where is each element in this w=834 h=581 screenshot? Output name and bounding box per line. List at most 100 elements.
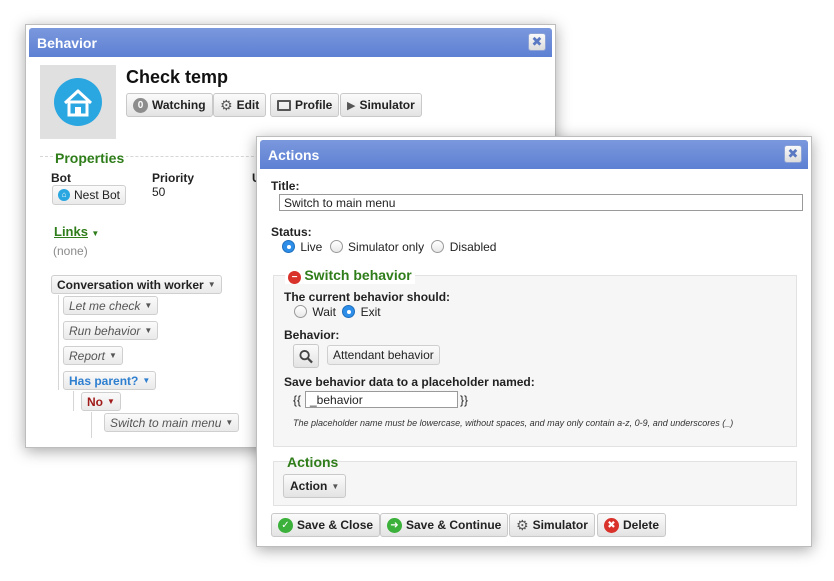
status-radio-disabled[interactable]: Disabled <box>431 240 496 254</box>
priority-label: Priority <box>152 171 195 185</box>
chevron-down-icon: ▼ <box>144 301 153 310</box>
save-close-label: Save & Close <box>297 518 374 532</box>
radio-icon <box>294 305 307 318</box>
behavior-value: Attendant behavior <box>333 348 434 362</box>
status-radio-live[interactable]: Live <box>282 240 326 254</box>
behavior-simulator-label: Simulator <box>359 98 415 112</box>
behavior-value-pill[interactable]: Attendant behavior <box>327 345 440 365</box>
profile-button[interactable]: Profile <box>270 93 340 117</box>
bot-name-heading: Check temp <box>126 67 229 87</box>
tree-root[interactable]: Conversation with worker ▼ <box>51 275 222 294</box>
switch-behavior-header: − Switch behavior <box>285 267 415 284</box>
links-toggle[interactable]: Links ▼ <box>54 224 99 239</box>
watching-label: Watching <box>152 98 206 112</box>
brace-open: {{ <box>293 393 302 407</box>
actions-heading: Actions <box>287 454 339 470</box>
tree-item-has-parent[interactable]: Has parent? ▼ <box>63 371 157 390</box>
search-icon <box>299 349 313 363</box>
brace-close: }} <box>460 393 469 407</box>
edit-label: Edit <box>236 98 260 112</box>
status-option-label: Disabled <box>449 240 497 254</box>
tree-branch-label: No <box>87 394 103 409</box>
links-value: (none) <box>53 244 88 258</box>
tree-item[interactable]: Run behavior ▼ <box>63 321 159 340</box>
status-radio-simulator[interactable]: Simulator only <box>329 240 428 254</box>
tree-item[interactable]: Report ▼ <box>63 346 123 365</box>
chevron-down-icon: ▼ <box>109 351 117 360</box>
should-option-label: Wait <box>312 305 336 319</box>
bot-value-pill[interactable]: ⌂ Nest Bot <box>52 185 127 205</box>
should-option-label: Exit <box>360 305 381 319</box>
should-label: The current behavior should: <box>284 290 451 304</box>
delete-label: Delete <box>623 518 660 532</box>
tree-item-label: Let me check <box>69 298 141 313</box>
radio-icon <box>431 240 445 253</box>
tree-root-label: Conversation with worker <box>57 277 204 292</box>
tree-leaf-label: Switch to main menu <box>110 415 222 430</box>
home-icon <box>54 78 102 126</box>
status-option-label: Simulator only <box>348 240 425 254</box>
edit-button[interactable]: ⚙ Edit <box>213 93 267 117</box>
actions-title: Actions <box>268 147 320 163</box>
radio-selected-icon <box>282 240 295 253</box>
actions-dialog: Actions ✖ Title: Switch to main menu Sta… <box>256 136 812 547</box>
profile-label: Profile <box>295 98 333 112</box>
properties-heading: Properties <box>53 150 127 166</box>
status-option-label: Live <box>300 240 323 254</box>
chevron-down-icon: ▼ <box>107 397 115 406</box>
chevron-down-icon: ▼ <box>331 481 340 491</box>
chevron-down-icon: ▼ <box>91 229 100 238</box>
status-label: Status: <box>271 225 312 239</box>
behavior-close-icon[interactable]: ✖ <box>528 33 546 51</box>
chevron-down-icon: ▼ <box>144 326 153 335</box>
tree-connector <box>73 391 74 411</box>
tree-branch-no[interactable]: No ▼ <box>81 392 121 411</box>
bot-avatar <box>40 65 116 139</box>
title-input[interactable]: Switch to main menu <box>279 194 803 211</box>
action-dropdown-button[interactable]: Action ▼ <box>283 474 347 498</box>
links-heading: Links <box>54 224 88 239</box>
bot-value: Nest Bot <box>74 188 121 202</box>
tree-item-label: Run behavior <box>69 323 141 338</box>
tree-item[interactable]: Let me check ▼ <box>63 296 159 315</box>
bot-label: Bot <box>51 171 71 185</box>
actions-simulator-label: Simulator <box>532 518 588 532</box>
radio-icon <box>329 240 343 253</box>
save-close-button[interactable]: ✓ Save & Close <box>271 513 381 537</box>
actions-titlebar[interactable]: Actions ✖ <box>260 140 808 169</box>
actions-simulator-button[interactable]: ⚙ Simulator <box>509 513 595 537</box>
tree-item-label: Has parent? <box>69 373 139 388</box>
title-field-label: Title: <box>271 179 300 193</box>
should-radio-exit[interactable]: Exit <box>342 305 381 319</box>
should-radio-wait[interactable]: Wait <box>294 305 339 319</box>
status-radio-group: Live Simulator only Disabled <box>282 240 496 254</box>
tree-item-label: Report <box>69 348 106 363</box>
behavior-search-button[interactable] <box>293 344 319 368</box>
placeholder-hint: The placeholder name must be lowercase, … <box>293 418 734 428</box>
watching-button[interactable]: 0 Watching <box>126 93 213 117</box>
gear-icon: ⚙ <box>516 516 529 533</box>
should-radio-group: Wait Exit <box>294 305 381 319</box>
chevron-down-icon: ▼ <box>142 376 151 385</box>
tree-leaf[interactable]: Switch to main menu ▼ <box>104 413 240 432</box>
save-continue-button[interactable]: ➜ Save & Continue <box>380 513 509 537</box>
switch-behavior-heading: Switch behavior <box>304 267 412 283</box>
actions-section <box>273 461 797 506</box>
action-label: Action <box>290 479 328 493</box>
behavior-simulator-button[interactable]: ▶ Simulator <box>340 93 422 117</box>
play-icon: ▶ <box>347 99 356 112</box>
priority-value: 50 <box>152 185 166 199</box>
nest-home-icon: ⌂ <box>58 189 70 201</box>
behavior-titlebar[interactable]: Behavior ✖ <box>29 28 552 57</box>
placeholder-label: Save behavior data to a placeholder name… <box>284 375 535 389</box>
tree-connector <box>58 295 59 390</box>
placeholder-input[interactable]: _behavior <box>305 391 458 408</box>
remove-icon[interactable]: − <box>288 271 301 284</box>
save-continue-label: Save & Continue <box>406 518 502 532</box>
delete-button[interactable]: ✖ Delete <box>597 513 667 537</box>
arrow-right-icon: ➜ <box>387 517 402 533</box>
actions-close-icon[interactable]: ✖ <box>784 145 802 163</box>
behavior-title: Behavior <box>37 35 97 51</box>
delete-x-icon: ✖ <box>604 517 619 533</box>
chevron-down-icon: ▼ <box>225 418 234 427</box>
